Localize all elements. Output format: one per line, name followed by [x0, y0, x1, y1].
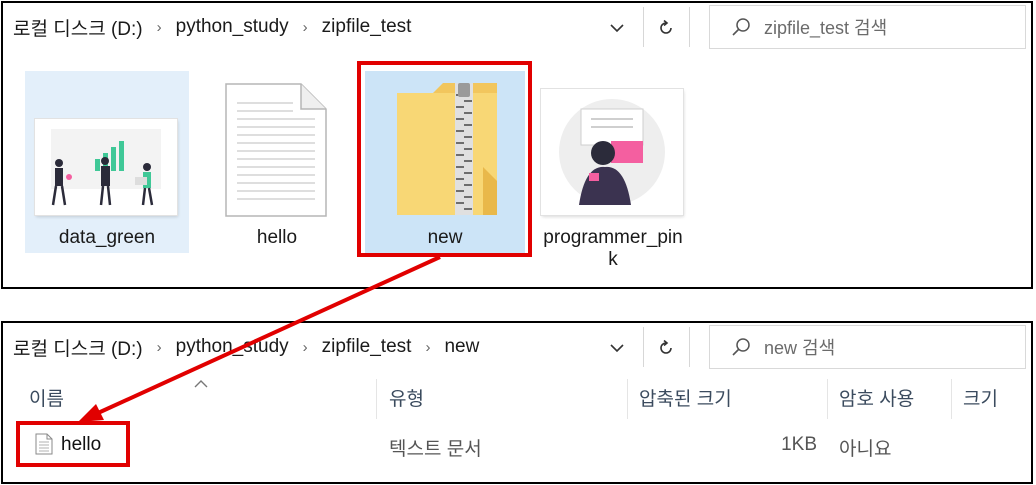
- sort-ascending-icon: [194, 380, 208, 388]
- table-row[interactable]: hello 텍스트 문서 1KB 아니요: [3, 423, 1031, 467]
- search-input[interactable]: new 검색: [764, 334, 835, 360]
- breadcrumb-new[interactable]: new: [444, 336, 479, 358]
- text-document-icon: [225, 83, 327, 217]
- file-name-line-2: k: [608, 249, 618, 270]
- column-header-compressed-size[interactable]: 압축된 크기: [639, 373, 732, 421]
- explorer-window-bottom: 로컬 디스크 (D:) › python_study › zipfile_tes…: [1, 321, 1033, 484]
- column-header-password[interactable]: 암호 사용: [839, 373, 914, 421]
- refresh-button[interactable]: [646, 332, 686, 364]
- image-thumbnail: [541, 89, 683, 215]
- chevron-right-icon[interactable]: ›: [303, 19, 308, 36]
- search-icon: [730, 336, 752, 358]
- highlight-box-hello: [16, 421, 130, 467]
- row-password: 아니요: [839, 439, 892, 460]
- address-bar[interactable]: 로컬 디스크 (D:) › python_study › zipfile_tes…: [3, 323, 643, 371]
- file-item-programmer-pink[interactable]: programmer_pin k: [539, 71, 687, 271]
- divider: [643, 7, 644, 47]
- breadcrumb-python-study[interactable]: python_study: [176, 16, 289, 38]
- breadcrumb: 로컬 디스크 (D:) › python_study › zipfile_tes…: [13, 323, 479, 371]
- divider: [689, 7, 690, 47]
- breadcrumb-drive[interactable]: 로컬 디스크 (D:): [13, 14, 143, 41]
- breadcrumb: 로컬 디스크 (D:) › python_study › zipfile_tes…: [13, 3, 411, 51]
- image-thumbnail: [35, 119, 177, 215]
- search-box[interactable]: new 검색: [709, 325, 1026, 369]
- column-divider[interactable]: [951, 379, 952, 419]
- search-input[interactable]: zipfile_test 검색: [764, 14, 887, 40]
- refresh-button[interactable]: [646, 12, 686, 44]
- chevron-right-icon[interactable]: ›: [303, 339, 308, 356]
- file-name-line-1: programmer_pin: [543, 227, 683, 248]
- chevron-right-icon[interactable]: ›: [157, 19, 162, 36]
- search-icon: [730, 16, 752, 38]
- column-divider[interactable]: [627, 379, 628, 419]
- column-header-size[interactable]: 크기: [963, 373, 998, 421]
- file-item-data-green[interactable]: data_green: [25, 71, 189, 253]
- highlight-box-new: [357, 61, 532, 257]
- column-divider[interactable]: [376, 379, 377, 419]
- chevron-down-icon[interactable]: [606, 17, 628, 39]
- column-header-name[interactable]: 이름: [29, 373, 64, 421]
- divider: [689, 327, 690, 367]
- column-divider[interactable]: [827, 379, 828, 419]
- row-compressed-size: 1KB: [781, 434, 817, 455]
- chevron-right-icon[interactable]: ›: [157, 339, 162, 356]
- chevron-down-icon[interactable]: [606, 337, 628, 359]
- divider: [643, 327, 644, 367]
- breadcrumb-zipfile-test[interactable]: zipfile_test: [322, 336, 412, 358]
- search-box[interactable]: zipfile_test 검색: [709, 5, 1026, 49]
- refresh-icon: [660, 339, 672, 354]
- row-file-type: 텍스트 문서: [389, 439, 482, 460]
- breadcrumb-drive[interactable]: 로컬 디스크 (D:): [13, 334, 143, 361]
- chevron-right-icon[interactable]: ›: [425, 339, 430, 356]
- address-bar[interactable]: 로컬 디스크 (D:) › python_study › zipfile_tes…: [3, 3, 643, 51]
- file-name: hello: [256, 227, 298, 248]
- column-header-type[interactable]: 유형: [389, 373, 424, 421]
- breadcrumb-python-study[interactable]: python_study: [176, 336, 289, 358]
- file-item-hello[interactable]: hello: [203, 71, 351, 253]
- file-name: data_green: [58, 227, 156, 248]
- breadcrumb-zipfile-test[interactable]: zipfile_test: [322, 16, 412, 38]
- refresh-icon: [660, 19, 672, 34]
